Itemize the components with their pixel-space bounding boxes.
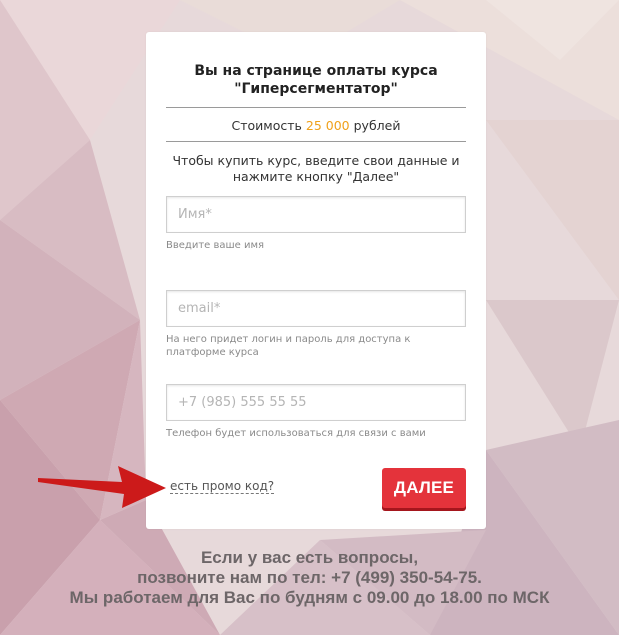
name-input[interactable]	[166, 196, 466, 233]
divider-bottom	[166, 141, 466, 142]
intro-line-2: нажмите кнопку "Далее"	[232, 169, 400, 184]
phone-input[interactable]	[166, 384, 466, 421]
promo-code-link[interactable]: есть промо код?	[170, 479, 275, 494]
price-suffix: рублей	[353, 118, 401, 133]
email-input[interactable]	[166, 290, 466, 327]
next-button[interactable]: ДАЛЕЕ	[382, 468, 466, 508]
contact-footer: Если у вас есть вопросы, позвоните нам п…	[0, 548, 619, 608]
footer-line-1: Если у вас есть вопросы,	[200, 548, 419, 567]
payment-card: Вы на странице оплаты курса "Гиперсегмен…	[146, 32, 486, 529]
title-line-1: Вы на странице оплаты курса	[194, 63, 438, 79]
intro-text: Чтобы купить курс, введите свои данные и…	[146, 153, 486, 185]
price-line: Стоимость 25 000 рублей	[146, 118, 486, 133]
name-hint: Введите ваше имя	[166, 240, 265, 251]
page-title: Вы на странице оплаты курса "Гиперсегмен…	[146, 62, 486, 98]
intro-line-1: Чтобы купить курс, введите свои данные и	[172, 153, 460, 168]
price-amount: 25 000	[305, 118, 350, 133]
footer-line-3: Мы работаем для Вас по будням с 09.00 до…	[69, 588, 550, 607]
arrow-right-icon	[38, 466, 166, 508]
email-hint: На него придет логин и пароль для доступ…	[166, 334, 411, 358]
title-line-2: "Гиперсегментатор"	[234, 81, 398, 97]
footer-line-2: позвоните нам по тел: +7 (499) 350-54-75…	[137, 568, 482, 587]
divider-top	[166, 107, 466, 108]
phone-hint: Телефон будет использоваться для связи с…	[166, 428, 426, 439]
price-prefix: Стоимость	[231, 118, 302, 133]
